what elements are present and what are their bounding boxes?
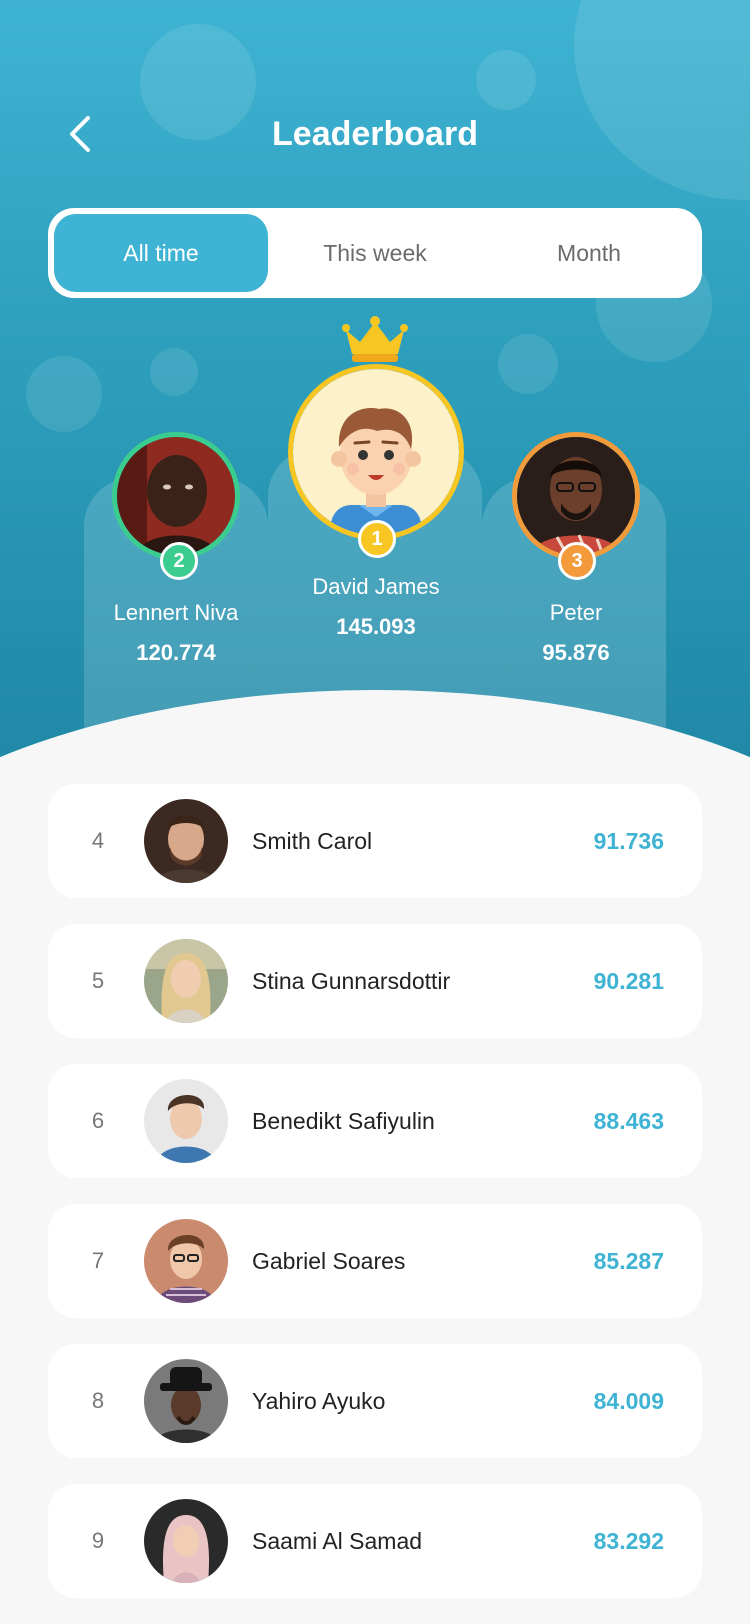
leaderboard-row[interactable]: 4 Smith Carol 91.736: [48, 784, 702, 898]
leaderboard-row[interactable]: 9 Saami Al Samad 83.292: [48, 1484, 702, 1598]
leaderboard-header: Leaderboard All time This week Month 1 D…: [0, 0, 750, 770]
second-place-name: Lennert Niva: [113, 600, 239, 625]
decorative-bubble: [498, 334, 558, 394]
leaderboard-row[interactable]: 8 Yahiro Ayuko 84.009: [48, 1344, 702, 1458]
row-score: 91.736: [593, 827, 664, 854]
row-score: 90.281: [593, 967, 664, 994]
page-title: Leaderboard: [272, 115, 478, 153]
decorative-bubble: [150, 348, 198, 396]
avatar: [144, 1219, 228, 1303]
rank-badge-first: 1: [358, 520, 396, 558]
player-photo: [144, 1359, 228, 1443]
player-photo: [144, 799, 228, 883]
rank-badge-third: 3: [558, 542, 596, 580]
leaderboard-row[interactable]: 7 Gabriel Soares 85.287: [48, 1204, 702, 1318]
cartoon-boy-avatar: [293, 369, 459, 535]
player-photo: [144, 1079, 228, 1163]
tab-all-time[interactable]: All time: [54, 214, 268, 292]
avatar-second-place[interactable]: [112, 432, 240, 560]
player-photo: [144, 1499, 228, 1583]
row-score: 85.287: [593, 1247, 664, 1274]
row-score: 84.009: [593, 1387, 664, 1414]
leaderboard-row[interactable]: 6 Benedikt Safiyulin 88.463: [48, 1064, 702, 1178]
row-rank: 7: [91, 1248, 105, 1273]
decorative-bubble: [574, 0, 750, 200]
first-place-score: 145.093: [336, 614, 416, 639]
leaderboard-row[interactable]: 5 Stina Gunnarsdottir 90.281: [48, 924, 702, 1038]
first-place-name: David James: [312, 574, 440, 599]
second-place-score: 120.774: [136, 640, 216, 665]
avatar: [144, 799, 228, 883]
crown-icon: [342, 316, 408, 362]
avatar: [144, 1499, 228, 1583]
row-player-name: Yahiro Ayuko: [252, 1387, 386, 1414]
row-rank: 6: [91, 1108, 105, 1133]
third-place-name: Peter: [549, 600, 603, 625]
tab-month[interactable]: Month: [482, 214, 696, 292]
decorative-bubble: [476, 50, 536, 110]
leaderboard-list: 4 Smith Carol 91.736 5 Stina Gunnarsdott…: [48, 784, 702, 1624]
player-photo: [144, 1219, 228, 1303]
row-player-name: Gabriel Soares: [252, 1247, 406, 1274]
row-rank: 9: [91, 1528, 105, 1553]
player-photo: [517, 437, 635, 555]
third-place-score: 95.876: [542, 640, 610, 665]
player-photo: [144, 939, 228, 1023]
tab-this-week[interactable]: This week: [268, 214, 482, 292]
row-player-name: Benedikt Safiyulin: [252, 1107, 435, 1134]
row-rank: 4: [91, 828, 105, 853]
avatar: [144, 1359, 228, 1443]
rank-badge-second: 2: [160, 542, 198, 580]
row-score: 88.463: [593, 1107, 664, 1134]
row-rank: 5: [91, 968, 105, 993]
row-score: 83.292: [593, 1527, 664, 1554]
decorative-bubble: [26, 356, 102, 432]
row-player-name: Stina Gunnarsdottir: [252, 967, 451, 994]
row-player-name: Saami Al Samad: [252, 1527, 423, 1554]
row-player-name: Smith Carol: [252, 827, 373, 854]
avatar: [144, 1079, 228, 1163]
avatar-third-place[interactable]: [512, 432, 640, 560]
period-tabs: All time This week Month: [48, 208, 702, 298]
player-photo: [117, 437, 235, 555]
avatar: [144, 939, 228, 1023]
row-rank: 8: [91, 1388, 105, 1413]
avatar-first-place[interactable]: [288, 364, 464, 540]
